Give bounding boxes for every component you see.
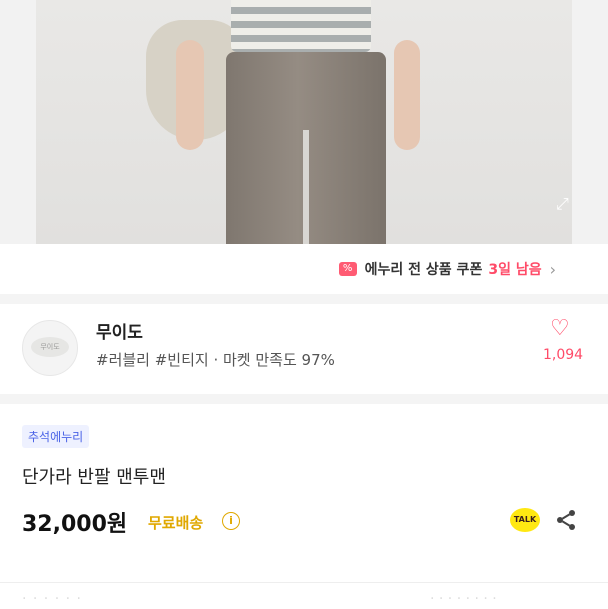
- bottom-left-blur: · · · · · ·: [22, 591, 82, 607]
- arm-illustration-right: [394, 40, 420, 150]
- coupon-text: 에누리 전 상품 쿠폰: [364, 262, 483, 278]
- store-avatar-text: 무이도: [31, 337, 69, 357]
- likes-count: 1,094: [543, 347, 584, 363]
- pants-leg-gap: [303, 130, 309, 244]
- bottom-right-blur: · · · · · · · ·: [430, 591, 497, 607]
- arm-illustration: [176, 40, 204, 150]
- kakao-talk-icon[interactable]: TALK: [510, 508, 540, 532]
- store-name[interactable]: 무이도: [96, 318, 143, 343]
- heart-icon[interactable]: ♡: [550, 317, 570, 341]
- share-icon[interactable]: [554, 508, 578, 532]
- bottom-strip: · · · · · · · · · · · · · ·: [0, 582, 608, 609]
- striped-shirt: [231, 0, 371, 52]
- section-divider: [0, 294, 608, 304]
- expand-icon[interactable]: ⤢: [556, 194, 572, 214]
- store-tags: #러블리 #빈티지 · 마켓 만족도 97%: [96, 351, 335, 369]
- coupon-banner[interactable]: % 에누리 전 상품 쿠폰 3일 남음 ›: [0, 244, 608, 294]
- product-title: 단가라 반팔 맨투맨: [22, 467, 166, 488]
- product-image[interactable]: ⤢: [0, 0, 608, 244]
- promo-badge: 추석에누리: [22, 425, 90, 448]
- store-avatar[interactable]: 무이도: [22, 320, 78, 376]
- section-divider: [0, 394, 608, 404]
- product-price: 32,000원: [22, 512, 128, 537]
- info-icon[interactable]: i: [222, 512, 240, 530]
- shipping-label: 무료배송: [148, 514, 204, 532]
- chevron-right-icon: ›: [549, 259, 556, 279]
- coupon-icon: %: [338, 262, 357, 276]
- coupon-remaining: 3일 남음: [488, 262, 542, 278]
- store-info[interactable]: 무이도 무이도 #러블리 #빈티지 · 마켓 만족도 97% ♡ 1,094: [0, 304, 608, 384]
- product-photo: [36, 0, 572, 244]
